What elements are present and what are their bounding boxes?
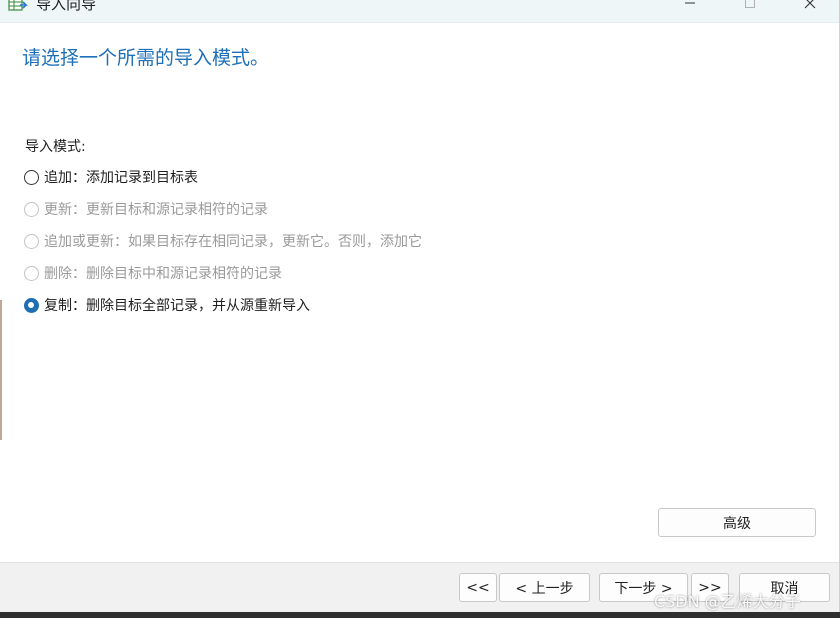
radio-append[interactable] — [24, 169, 39, 185]
maximize-icon[interactable] — [730, 0, 770, 14]
minimize-icon[interactable] — [670, 0, 710, 14]
option-append-or-update-label: 追加或更新：如果目标存在相同记录，更新它。否则，添加它 — [44, 234, 422, 250]
import-mode-label: 导入模式: — [25, 139, 86, 155]
first-step-button[interactable]: << — [459, 573, 497, 602]
desktop-bottom-strip — [0, 612, 840, 618]
import-wizard-icon — [8, 0, 28, 12]
page-heading: 请选择一个所需的导入模式。 — [22, 47, 270, 69]
option-copy-label: 复制：删除目标全部记录，并从源重新导入 — [44, 298, 310, 314]
close-icon[interactable] — [790, 0, 830, 14]
radio-append-or-update — [24, 233, 39, 249]
window-left-edge — [0, 300, 2, 440]
option-copy[interactable]: 复制：删除目标全部记录，并从源重新导入 — [24, 295, 310, 315]
radio-update — [24, 201, 39, 217]
import-wizard-window: 导入向导 请选择一个所需的导入模式。 导入模式: 追加：添加记录到目标表 更新：… — [0, 0, 840, 612]
option-update: 更新：更新目标和源记录相符的记录 — [24, 199, 268, 219]
title-bar: 导入向导 — [0, 0, 839, 23]
option-append[interactable]: 追加：添加记录到目标表 — [24, 167, 198, 187]
option-delete: 删除：删除目标中和源记录相符的记录 — [24, 263, 282, 283]
option-update-label: 更新：更新目标和源记录相符的记录 — [44, 202, 268, 218]
previous-step-button[interactable]: < 上一步 — [499, 573, 590, 602]
csdn-watermark: CSDN @乙烯大分子 — [654, 592, 801, 611]
advanced-button[interactable]: 高级 — [658, 508, 816, 537]
radio-delete — [24, 265, 39, 281]
option-delete-label: 删除：删除目标中和源记录相符的记录 — [44, 266, 282, 282]
option-append-or-update: 追加或更新：如果目标存在相同记录，更新它。否则，添加它 — [24, 231, 422, 251]
radio-copy[interactable] — [24, 297, 39, 313]
window-title: 导入向导 — [36, 0, 97, 13]
option-append-label: 追加：添加记录到目标表 — [44, 170, 198, 186]
